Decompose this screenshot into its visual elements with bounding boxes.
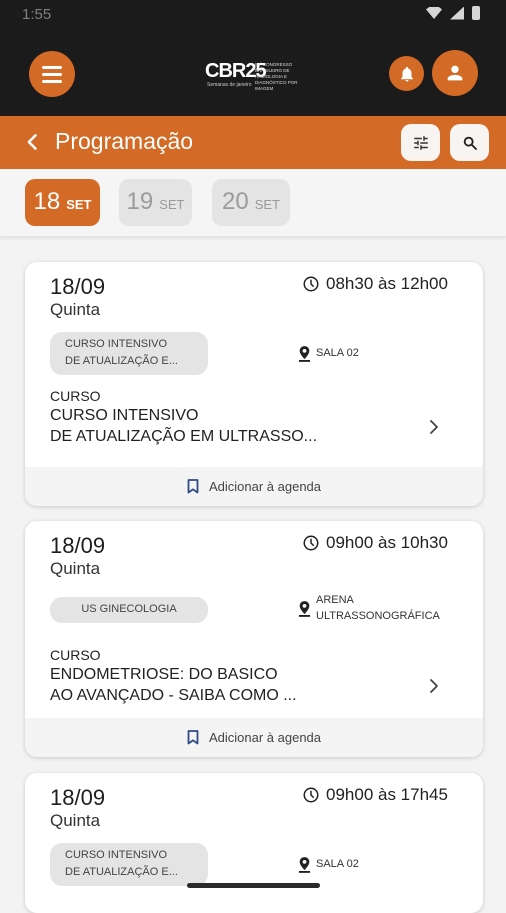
date-chip-day: 18: [33, 188, 61, 215]
event-weekday: Quinta: [50, 300, 101, 319]
event-type: CURSO: [50, 647, 101, 663]
logo-tagline: Semanas de janeiro: [207, 82, 252, 88]
logo-subtitle: 53º CONGRESSO BRASILEIRO DE RADIOLOGIA E…: [255, 62, 298, 91]
date-chip-month: SET: [66, 197, 92, 212]
event-category-tag[interactable]: CURSO INTENSIVO DE ATUALIZAÇÃO E...: [50, 843, 208, 886]
status-time: 1:55: [22, 6, 52, 23]
add-to-agenda-label: Adicionar à agenda: [208, 479, 322, 494]
date-selector: 18 SET 19 SET 20 SET: [0, 169, 506, 237]
add-to-agenda-button[interactable]: Adicionar à agenda: [25, 467, 483, 506]
signal-icon: [450, 6, 464, 20]
event-title: ENDOMETRIOSE: DO BASICO AO AVANÇADO - SA…: [50, 664, 340, 706]
event-card[interactable]: 18/09 Quinta 08h30 às 12h00 CURSO INTENS…: [25, 262, 483, 506]
title-line: CURSO INTENSIVO: [50, 407, 199, 424]
page-title: Programação: [55, 128, 194, 154]
logo: CBR25 53º CONGRESSO BRASILEIRO DE RADIOL…: [205, 60, 305, 92]
notifications-button[interactable]: [389, 56, 424, 91]
search-button[interactable]: [450, 124, 489, 161]
clock-icon: [303, 276, 319, 292]
date-chip-20[interactable]: 20 SET: [212, 179, 290, 226]
date-chip-19[interactable]: 19 SET: [119, 179, 192, 226]
title-line: ENDOMETRIOSE: DO BASICO: [50, 666, 278, 683]
event-category-tag[interactable]: US GINECOLOGIA: [50, 597, 208, 623]
user-icon: [447, 65, 463, 81]
location-line: ARENA: [316, 594, 354, 606]
event-location: SALA 02: [298, 345, 359, 362]
title-line: DE ATUALIZAÇÃO EM ULTRASSO...: [50, 428, 318, 445]
map-pin-icon: [298, 601, 311, 617]
add-to-agenda-label: Adicionar à agenda: [208, 730, 322, 745]
event-card[interactable]: 18/09 Quinta 09h00 às 10h30 US GINECOLOG…: [25, 521, 483, 757]
chevron-right-icon[interactable]: [425, 677, 443, 695]
status-bar: 1:55: [0, 0, 506, 30]
add-to-agenda-button[interactable]: Adicionar à agenda: [25, 718, 483, 757]
location-line: SALA 02: [316, 347, 359, 359]
bookmark-icon: [187, 730, 199, 745]
event-date: 18/09: [50, 785, 106, 810]
page-title-bar: Programação: [0, 116, 506, 169]
event-time: 09h00 às 17h45: [302, 785, 448, 805]
date-chip-day: 19: [126, 188, 154, 215]
event-location: ARENA ULTRASSONOGRÁFICA: [298, 592, 440, 624]
bell-icon: [400, 66, 413, 81]
map-pin-icon: [298, 857, 311, 873]
title-line: AO AVANÇADO - SAIBA COMO ...: [50, 687, 297, 704]
tag-line: US GINECOLOGIA: [81, 603, 177, 615]
event-time-text: 09h00 às 17h45: [326, 785, 448, 804]
event-date: 18/09: [50, 533, 106, 558]
tag-line: CURSO INTENSIVO: [65, 338, 168, 350]
event-time-text: 09h00 às 10h30: [326, 533, 448, 552]
event-category-tag[interactable]: CURSO INTENSIVO DE ATUALIZAÇÃO E...: [50, 332, 208, 375]
back-button[interactable]: [20, 129, 46, 155]
search-icon: [463, 136, 477, 150]
date-chip-month: SET: [159, 197, 185, 212]
filter-button[interactable]: [401, 124, 440, 161]
tag-line: DE ATUALIZAÇÃO E...: [65, 355, 178, 367]
chevron-left-icon: [27, 134, 37, 150]
profile-button[interactable]: [432, 50, 478, 96]
menu-button[interactable]: [29, 51, 75, 97]
bookmark-icon: [187, 479, 199, 494]
event-type: CURSO: [50, 388, 101, 404]
tag-line: DE ATUALIZAÇÃO E...: [65, 866, 178, 878]
tag-line: CURSO INTENSIVO: [65, 849, 168, 861]
app-header: CBR25 53º CONGRESSO BRASILEIRO DE RADIOL…: [0, 30, 506, 116]
wifi-icon: [426, 7, 442, 19]
event-time: 08h30 às 12h00: [302, 274, 448, 294]
event-time-text: 08h30 às 12h00: [326, 274, 448, 293]
event-location: SALA 02: [298, 856, 359, 873]
event-weekday: Quinta: [50, 559, 101, 578]
date-chip-day: 20: [222, 188, 249, 215]
date-chip-month: SET: [254, 197, 280, 212]
sliders-icon: [413, 135, 428, 150]
home-indicator[interactable]: [187, 883, 320, 888]
event-card[interactable]: 18/09 Quinta 09h00 às 17h45 CURSO INTENS…: [25, 773, 483, 913]
status-icons: [426, 6, 480, 20]
location-line: ULTRASSONOGRÁFICA: [316, 610, 440, 622]
event-date: 18/09: [50, 274, 106, 299]
location-line: SALA 02: [316, 858, 359, 870]
event-title: CURSO INTENSIVO DE ATUALIZAÇÃO EM ULTRAS…: [50, 405, 340, 447]
chevron-right-icon[interactable]: [425, 418, 443, 436]
menu-icon: [42, 65, 62, 69]
battery-icon: [472, 6, 480, 20]
date-chip-18[interactable]: 18 SET: [25, 179, 100, 226]
map-pin-icon: [298, 346, 311, 362]
clock-icon: [303, 535, 319, 551]
event-weekday: Quinta: [50, 811, 101, 830]
event-time: 09h00 às 10h30: [302, 533, 448, 553]
clock-icon: [303, 787, 319, 803]
